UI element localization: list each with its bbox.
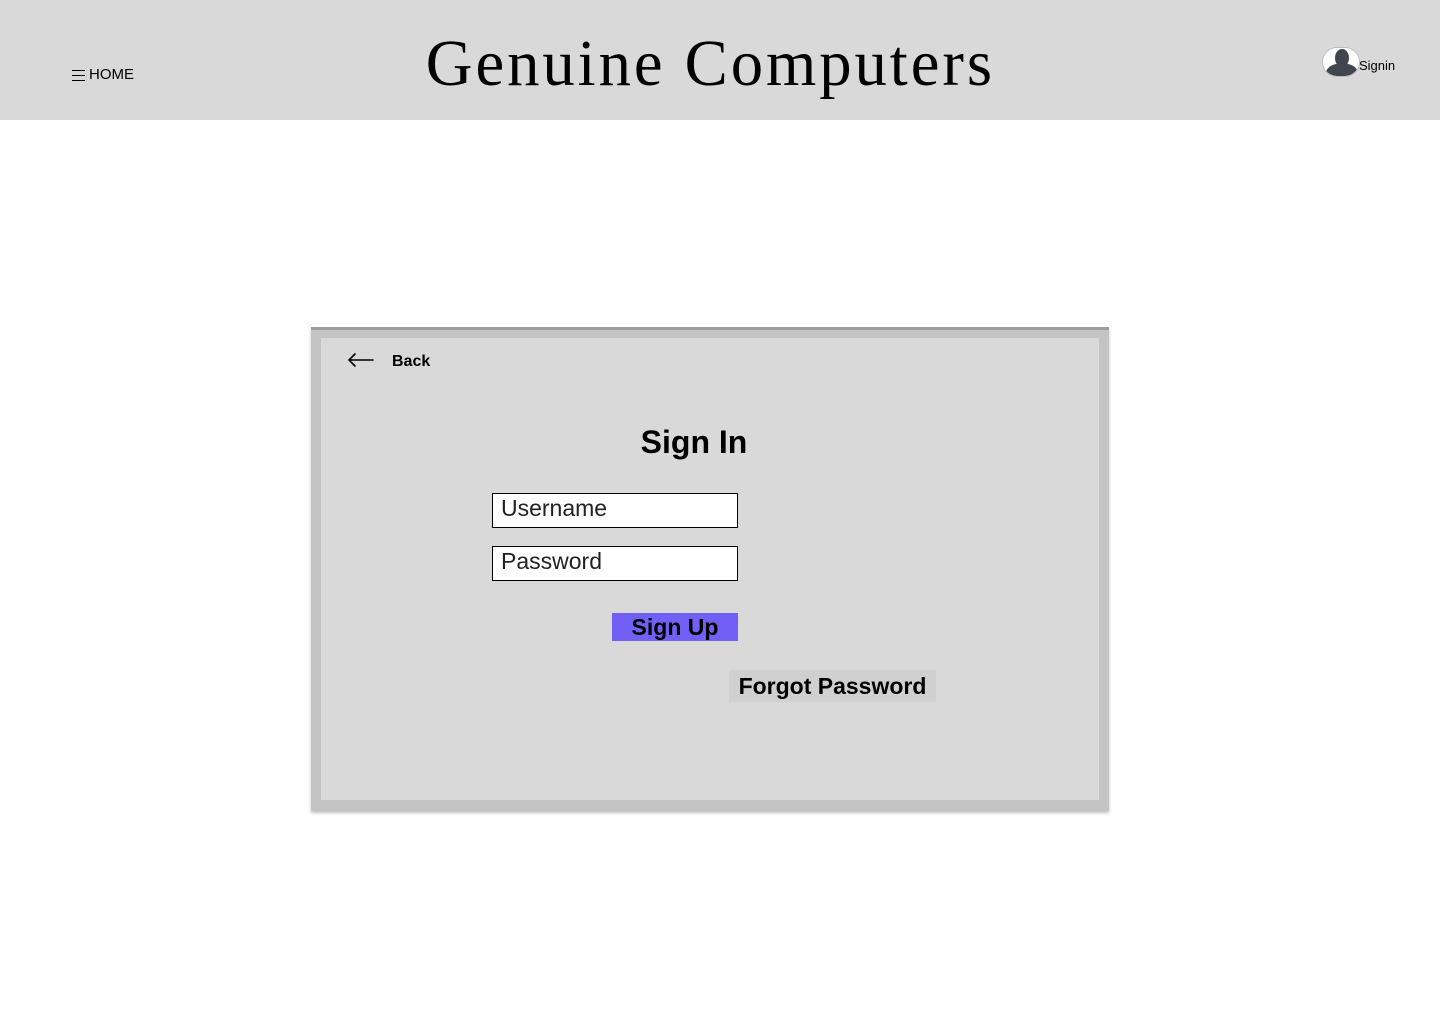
brand-title-text: Genuine Computers xyxy=(425,27,995,100)
signup-button[interactable]: Sign Up xyxy=(612,613,738,641)
header-signin-label: Signin xyxy=(1359,57,1396,73)
signin-card-body: Back Sign In Sign Up Forgot Password xyxy=(321,338,1099,800)
brand-title: Genuine Computers xyxy=(0,24,1420,105)
back-label: Back xyxy=(392,352,431,370)
password-input[interactable] xyxy=(492,546,738,581)
arrow-left-icon xyxy=(347,352,374,371)
username-input[interactable] xyxy=(492,493,738,528)
forgot-password-button[interactable]: Forgot Password xyxy=(729,670,936,702)
back-button[interactable]: Back xyxy=(347,352,430,371)
avatar-icon xyxy=(1322,47,1360,77)
header-signin-link[interactable]: Signin xyxy=(1322,47,1395,77)
header-bar: HOME Genuine Computers Signin xyxy=(0,0,1440,120)
signin-card: Back Sign In Sign Up Forgot Password xyxy=(311,327,1109,811)
page-title: Sign In xyxy=(640,424,748,460)
